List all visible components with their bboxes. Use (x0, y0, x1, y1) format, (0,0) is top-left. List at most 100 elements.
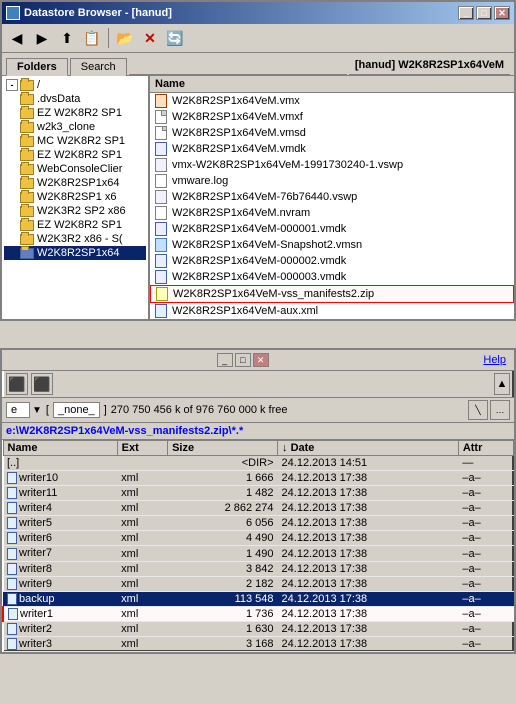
fm-cell-attr: –a– (458, 486, 513, 501)
fm-title-area: _ □ ✕ Help (2, 350, 514, 371)
fm-help-link[interactable]: Help (479, 352, 510, 368)
file-row-vmdk3[interactable]: W2K8R2SP1x64VeM-000003.vmdk (150, 269, 514, 285)
fm-table-row[interactable]: writer11xml1 48224.12.2013 17:38–a– (3, 486, 514, 501)
fm-col-date-header[interactable]: ↓ Date (278, 441, 459, 456)
file-row-vswp1[interactable]: vmx-W2K8R2SP1x64VeM-1991730240-1.vswp (150, 157, 514, 173)
fm-cell-date: 24.12.2013 17:38 (278, 471, 459, 486)
title-bar: Datastore Browser - [hanud] _ □ ✕ (2, 2, 514, 24)
maximize-button[interactable]: □ (476, 6, 492, 20)
fm-table-row[interactable]: writer5xml6 05624.12.2013 17:38–a– (3, 516, 514, 531)
folder-icon-ez3 (20, 220, 34, 231)
fm-cell-size: 2 182 (168, 576, 278, 591)
forward-button[interactable]: ▶ (31, 27, 53, 49)
tree-item-w2k3clone[interactable]: w2k3_clone (4, 120, 146, 134)
close-button[interactable]: ✕ (494, 6, 510, 20)
fm-table-row[interactable]: [..]<DIR>24.12.2013 14:51— (3, 456, 514, 471)
tree-item-root[interactable]: - / (4, 78, 146, 92)
fm-table-row[interactable]: writer1xml1 73624.12.2013 17:38–a– (3, 606, 514, 621)
file-row-vmsd[interactable]: W2K8R2SP1x64VeM.vmsd (150, 125, 514, 141)
fm-fwd-btn[interactable]: … (490, 400, 510, 420)
refresh-button[interactable]: 🔄 (164, 27, 186, 49)
minimize-button[interactable]: _ (458, 6, 474, 20)
fm-table-row[interactable]: writer2xml1 63024.12.2013 17:38–a– (3, 621, 514, 636)
file-icon-vswp2 (154, 190, 168, 204)
fm-table-row[interactable]: writer10xml1 66624.12.2013 17:38–a– (3, 471, 514, 486)
folder-icon-ez2 (20, 150, 34, 161)
fm-drive-arrow[interactable]: ▼ (32, 405, 42, 416)
fm-cell-date: 24.12.2013 17:38 (278, 637, 459, 652)
file-icon-vmdk2 (154, 254, 168, 268)
fm-drive-select[interactable]: e ▼ (6, 402, 42, 418)
fm-col-attr-header[interactable]: Attr (458, 441, 513, 456)
file-row-vmdk1[interactable]: W2K8R2SP1x64VeM-000001.vmdk (150, 221, 514, 237)
fm-cell-date: 24.12.2013 14:51 (278, 456, 459, 471)
fm-cell-ext: xml (117, 576, 167, 591)
file-row-zip[interactable]: W2K8R2SP1x64VeM-vss_manifests2.zip (150, 285, 514, 303)
file-row-vswp2[interactable]: W2K8R2SP1x64VeM-76b76440.vswp (150, 189, 514, 205)
tab-folders[interactable]: Folders (6, 58, 68, 76)
fm-table-body: [..]<DIR>24.12.2013 14:51—writer10xml1 6… (3, 456, 514, 652)
fm-back-btn[interactable]: ╲ (468, 400, 488, 420)
up-button[interactable]: ⬆ (56, 27, 78, 49)
file-icon-vswp1 (154, 158, 168, 172)
fm-cell-ext: xml (117, 637, 167, 652)
fm-cell-size: 4 490 (168, 531, 278, 546)
tree-label-webconsole: WebConsoleClier (37, 163, 122, 175)
fm-none-btn[interactable]: _none_ (53, 402, 100, 418)
fm-cell-size: 1 482 (168, 486, 278, 501)
file-row-nvram[interactable]: W2K8R2SP1x64VeM.nvram (150, 205, 514, 221)
fm-tb-btn-1[interactable]: ⬛ (6, 373, 28, 395)
fm-cell-date: 24.12.2013 17:38 (278, 591, 459, 606)
tree-toggle-root[interactable]: - (6, 79, 18, 91)
file-name-vmxf: W2K8R2SP1x64VeM.vmxf (172, 111, 303, 123)
back-button[interactable]: ◀ (6, 27, 28, 49)
fm-table-row[interactable]: writer7xml1 49024.12.2013 17:38–a– (3, 546, 514, 561)
tree-item-w2k3-1[interactable]: W2K3R2 SP2 x86 (4, 204, 146, 218)
tree-label-mc: MC W2K8R2 SP1 (37, 135, 125, 147)
file-row-vmxf[interactable]: W2K8R2SP1x64VeM.vmxf (150, 109, 514, 125)
tree-item-w2k8-1[interactable]: W2K8R2SP1x64 (4, 176, 146, 190)
fm-cell-attr: –a– (458, 576, 513, 591)
file-row-vmdk[interactable]: W2K8R2SP1x64VeM.vmdk (150, 141, 514, 157)
file-row-log[interactable]: vmware.log (150, 173, 514, 189)
file-row-aux[interactable]: W2K8R2SP1x64VeM-aux.xml (150, 303, 514, 319)
tab-search[interactable]: Search (70, 58, 127, 76)
fm-minimize-button[interactable]: _ (217, 353, 233, 367)
fm-table-row[interactable]: writer4xml2 862 27424.12.2013 17:38–a– (3, 501, 514, 516)
tree-item-w2k3-2[interactable]: W2K3R2 x86 - S( (4, 232, 146, 246)
datastore-browser-window: Datastore Browser - [hanud] _ □ ✕ ◀ ▶ ⬆ … (0, 0, 516, 321)
fm-tb-btn-2[interactable]: ⬛ (31, 373, 53, 395)
file-row-vmdk2[interactable]: W2K8R2SP1x64VeM-000002.vmdk (150, 253, 514, 269)
tree-item-ez2[interactable]: EZ W2K8R2 SP1 (4, 148, 146, 162)
file-row-vmsn[interactable]: W2K8R2SP1x64VeM-Snapshot2.vmsn (150, 237, 514, 253)
fm-maximize-button[interactable]: □ (235, 353, 251, 367)
tree-item-mc[interactable]: MC W2K8R2 SP1 (4, 134, 146, 148)
column-name-header[interactable]: Name (154, 77, 510, 91)
fm-table-row[interactable]: backupxml113 54824.12.2013 17:38–a– (3, 591, 514, 606)
folder-icon-w2k8-2 (20, 192, 34, 203)
tree-item-ez3[interactable]: EZ W2K8R2 SP1 (4, 218, 146, 232)
toolbar: ◀ ▶ ⬆ 📋 📂 ✕ 🔄 (2, 24, 514, 53)
fm-close-button[interactable]: ✕ (253, 353, 269, 367)
fm-cell-size: 2 862 274 (168, 501, 278, 516)
fm-drive-label[interactable]: e (6, 402, 30, 418)
fm-col-name-header[interactable]: Name (3, 441, 117, 456)
fm-table-row[interactable]: writer8xml3 84224.12.2013 17:38–a– (3, 561, 514, 576)
tree-item-dvsdata[interactable]: .dvsData (4, 92, 146, 106)
tree-item-webconsole[interactable]: WebConsoleClier (4, 162, 146, 176)
file-name-vswp1: vmx-W2K8R2SP1x64VeM-1991730240-1.vswp (172, 159, 403, 171)
delete-button[interactable]: ✕ (139, 27, 161, 49)
file-icon-nvram (154, 206, 168, 220)
fm-col-ext-header[interactable]: Ext (117, 441, 167, 456)
file-row-vmx[interactable]: W2K8R2SP1x64VeM.vmx (150, 93, 514, 109)
fm-tb-scroll-btn[interactable]: ▲ (494, 373, 510, 395)
fm-table-row[interactable]: writer3xml3 16824.12.2013 17:38–a– (3, 637, 514, 652)
tree-item-w2k8-selected[interactable]: W2K8R2SP1x64 (4, 246, 146, 260)
tree-item-ez1[interactable]: EZ W2K8R2 SP1 (4, 106, 146, 120)
move-button[interactable]: 📂 (114, 27, 136, 49)
fm-col-size-header[interactable]: Size (168, 441, 278, 456)
fm-table-row[interactable]: writer6xml4 49024.12.2013 17:38–a– (3, 531, 514, 546)
tree-item-w2k8-2[interactable]: W2K8R2SP1 x6 (4, 190, 146, 204)
copy-button[interactable]: 📋 (81, 27, 103, 49)
fm-table-row[interactable]: writer9xml2 18224.12.2013 17:38–a– (3, 576, 514, 591)
